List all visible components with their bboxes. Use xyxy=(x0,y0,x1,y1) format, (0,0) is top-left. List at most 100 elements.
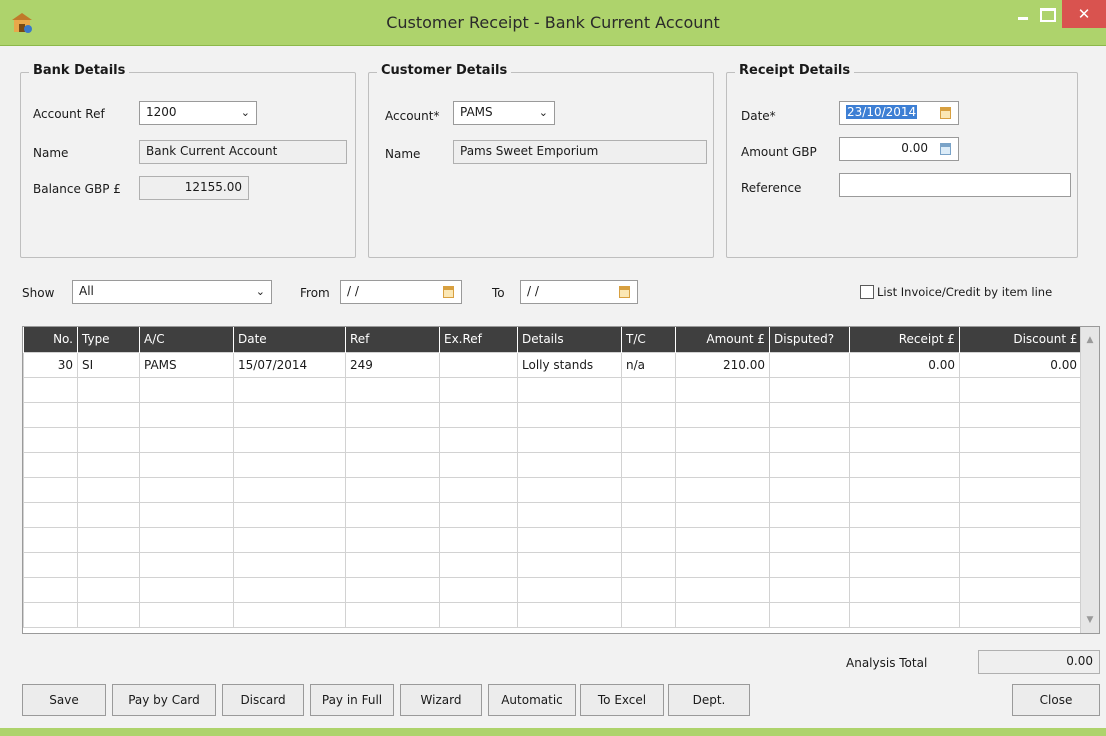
show-value: All xyxy=(79,284,94,298)
list-by-item-checkbox[interactable] xyxy=(860,285,874,299)
chevron-down-icon: ⌄ xyxy=(538,106,548,119)
scroll-down-icon[interactable]: ▼ xyxy=(1083,611,1097,629)
from-label: From xyxy=(300,286,330,300)
cell-ac: PAMS xyxy=(139,351,234,378)
transactions-grid[interactable]: No. Type A/C Date Ref Ex.Ref Details T/C… xyxy=(22,326,1100,634)
table-row[interactable] xyxy=(23,401,1082,428)
calendar-icon[interactable] xyxy=(443,286,454,298)
customer-details-group: Customer Details Account* PAMS ⌄ Name Pa… xyxy=(368,63,714,258)
bank-name-label: Name xyxy=(33,146,69,160)
amount-gbp-input[interactable]: 0.00 xyxy=(839,137,959,161)
cell-tc: n/a xyxy=(621,351,676,378)
cell-receipt[interactable]: 0.00 xyxy=(849,351,960,378)
maximize-button[interactable] xyxy=(1030,0,1066,30)
table-row[interactable] xyxy=(23,451,1082,478)
date-label: Date* xyxy=(741,109,776,123)
calendar-icon[interactable] xyxy=(619,286,630,298)
table-row[interactable] xyxy=(23,601,1082,628)
list-by-item-label[interactable]: List Invoice/Credit by item line xyxy=(877,285,1052,299)
show-select[interactable]: All ⌄ xyxy=(72,280,272,304)
transactions-table: No. Type A/C Date Ref Ex.Ref Details T/C… xyxy=(23,327,1082,628)
col-disputed[interactable]: Disputed? xyxy=(769,327,850,352)
wizard-button[interactable]: Wizard xyxy=(400,684,482,716)
from-date-value: / / xyxy=(347,284,359,298)
automatic-button[interactable]: Automatic xyxy=(488,684,576,716)
table-row[interactable] xyxy=(23,576,1082,603)
cell-discount[interactable]: 0.00 xyxy=(959,351,1082,378)
receipt-details-title: Receipt Details xyxy=(735,63,855,78)
bank-details-group: Bank Details Account Ref 1200 ⌄ Name Ban… xyxy=(20,63,356,258)
account-ref-value: 1200 xyxy=(146,105,177,119)
pay-in-full-button[interactable]: Pay in Full xyxy=(310,684,394,716)
to-date-value: / / xyxy=(527,284,539,298)
close-button[interactable]: Close xyxy=(1012,684,1100,716)
grid-scrollbar[interactable]: ▲ ▼ xyxy=(1080,327,1099,633)
table-row[interactable]: 30 SI PAMS 15/07/2014 249 Lolly stands n… xyxy=(23,351,1082,378)
customer-name-field: Pams Sweet Emporium xyxy=(453,140,707,164)
col-tc[interactable]: T/C xyxy=(621,327,676,352)
window-bottom-border xyxy=(0,728,1106,736)
cell-disputed xyxy=(769,351,850,378)
discard-button[interactable]: Discard xyxy=(222,684,304,716)
cell-no: 30 xyxy=(23,351,78,378)
col-date[interactable]: Date xyxy=(233,327,346,352)
table-row[interactable] xyxy=(23,526,1082,553)
chevron-down-icon: ⌄ xyxy=(240,106,250,119)
reference-input[interactable] xyxy=(839,173,1071,197)
table-row[interactable] xyxy=(23,476,1082,503)
bank-name-field: Bank Current Account xyxy=(139,140,347,164)
customer-account-value: PAMS xyxy=(460,105,493,119)
cell-ref: 249 xyxy=(345,351,440,378)
close-icon: ✕ xyxy=(1077,5,1091,23)
customer-account-select[interactable]: PAMS ⌄ xyxy=(453,101,555,125)
customer-account-label: Account* xyxy=(385,109,440,123)
balance-label: Balance GBP £ xyxy=(33,182,121,196)
col-exref[interactable]: Ex.Ref xyxy=(439,327,518,352)
col-receipt[interactable]: Receipt £ xyxy=(849,327,960,352)
col-amount[interactable]: Amount £ xyxy=(675,327,770,352)
save-button[interactable]: Save xyxy=(22,684,106,716)
table-row[interactable] xyxy=(23,551,1082,578)
receipt-details-group: Receipt Details Date* 23/10/2014 Amount … xyxy=(726,63,1078,258)
cell-date: 15/07/2014 xyxy=(233,351,346,378)
col-type[interactable]: Type xyxy=(77,327,140,352)
dept-button[interactable]: Dept. xyxy=(668,684,750,716)
analysis-total-field: 0.00 xyxy=(978,650,1100,674)
calendar-icon[interactable] xyxy=(940,107,951,119)
window-title: Customer Receipt - Bank Current Account xyxy=(386,13,720,32)
col-no[interactable]: No. xyxy=(23,327,78,352)
customer-receipt-window: Customer Receipt - Bank Current Account … xyxy=(0,0,1106,736)
to-label: To xyxy=(492,286,505,300)
table-row[interactable] xyxy=(23,426,1082,453)
table-row[interactable] xyxy=(23,501,1082,528)
analysis-total-label: Analysis Total xyxy=(846,656,928,670)
to-excel-button[interactable]: To Excel xyxy=(580,684,664,716)
amount-gbp-value: 0.00 xyxy=(901,141,928,155)
cell-exref xyxy=(439,351,518,378)
to-date-input[interactable]: / / xyxy=(520,280,638,304)
date-input[interactable]: 23/10/2014 xyxy=(839,101,959,125)
scroll-up-icon[interactable]: ▲ xyxy=(1083,331,1097,349)
title-bar[interactable]: Customer Receipt - Bank Current Account … xyxy=(0,0,1106,46)
pay-by-card-button[interactable]: Pay by Card xyxy=(112,684,216,716)
chevron-down-icon: ⌄ xyxy=(255,285,265,298)
col-details[interactable]: Details xyxy=(517,327,622,352)
account-ref-select[interactable]: 1200 ⌄ xyxy=(139,101,257,125)
calculator-icon[interactable] xyxy=(940,143,951,155)
col-ac[interactable]: A/C xyxy=(139,327,234,352)
col-discount[interactable]: Discount £ xyxy=(959,327,1082,352)
amount-gbp-label: Amount GBP xyxy=(741,145,817,159)
balance-field: 12155.00 xyxy=(139,176,249,200)
reference-label: Reference xyxy=(741,181,802,195)
account-ref-label: Account Ref xyxy=(33,107,105,121)
bank-details-title: Bank Details xyxy=(29,63,130,78)
col-ref[interactable]: Ref xyxy=(345,327,440,352)
table-row[interactable] xyxy=(23,376,1082,403)
customer-details-title: Customer Details xyxy=(377,63,512,78)
from-date-input[interactable]: / / xyxy=(340,280,462,304)
cell-type: SI xyxy=(77,351,140,378)
cell-details: Lolly stands xyxy=(517,351,622,378)
window-close-button[interactable]: ✕ xyxy=(1062,0,1106,28)
date-value: 23/10/2014 xyxy=(846,105,918,119)
show-label: Show xyxy=(22,286,55,300)
